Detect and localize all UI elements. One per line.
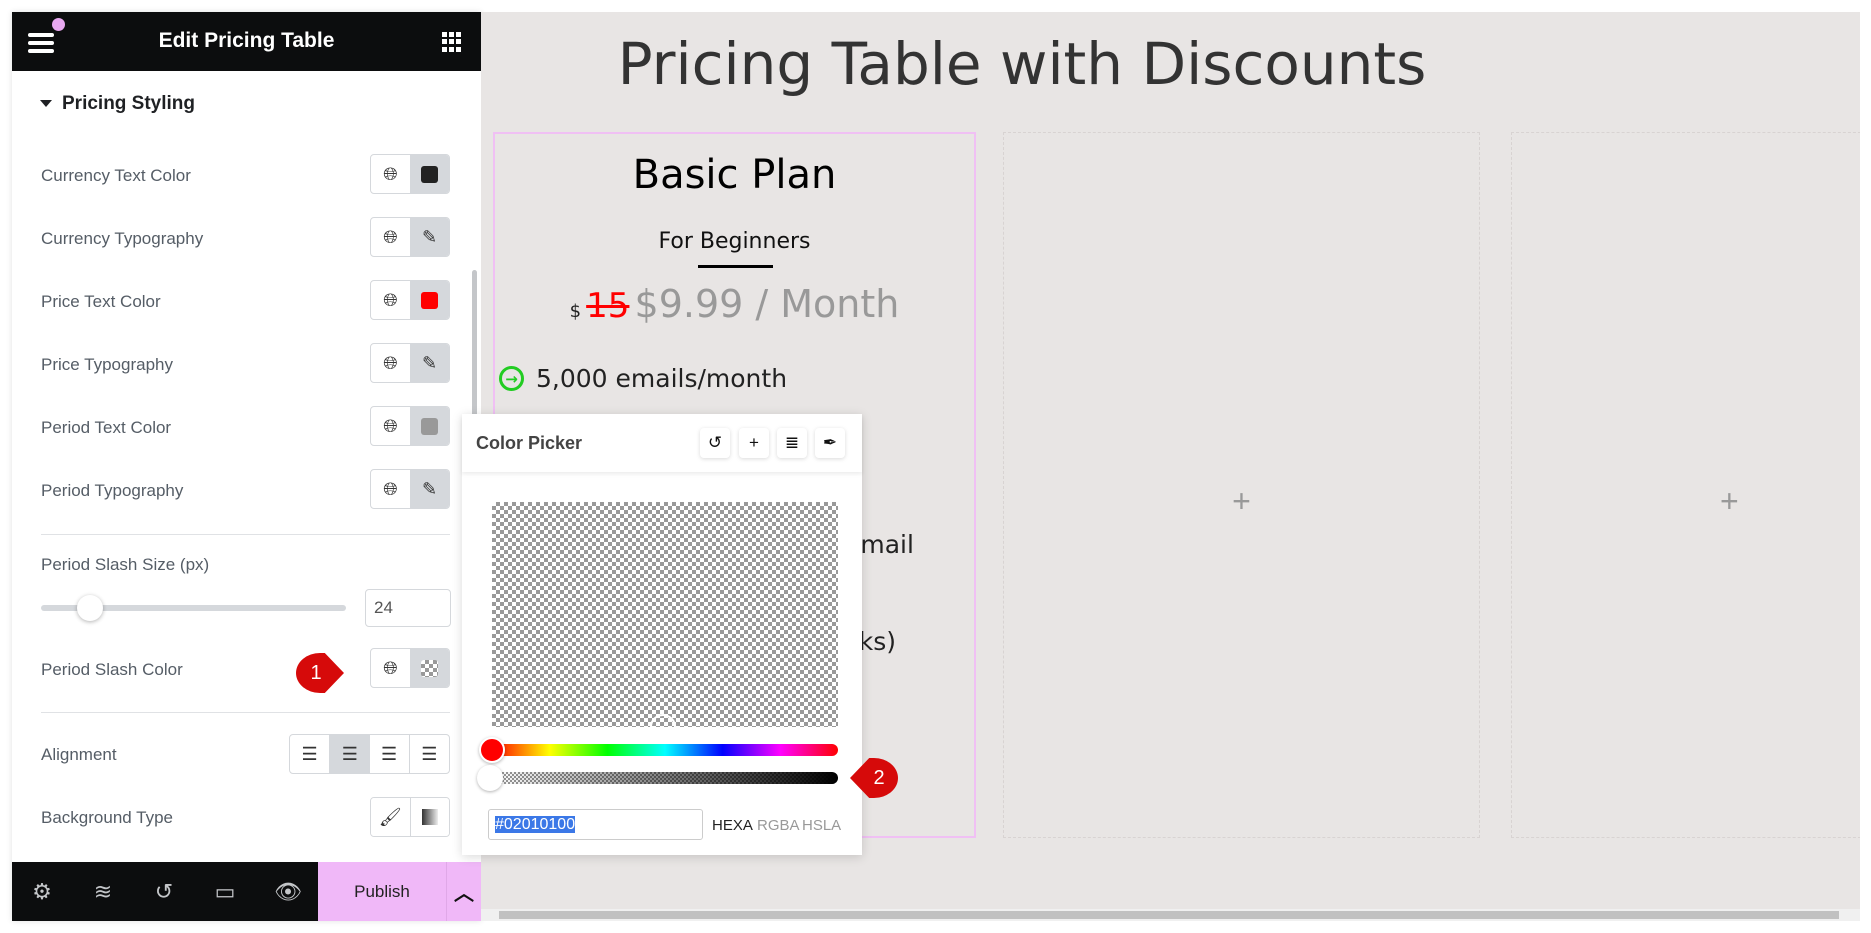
globe-icon[interactable]: 🌐︎ <box>371 155 410 193</box>
background-type-control[interactable]: 🖌︎ <box>370 797 450 837</box>
alpha-thumb[interactable] <box>477 765 503 791</box>
scrollbar-thumb[interactable] <box>499 911 1839 919</box>
horizontal-scrollbar[interactable] <box>481 909 1860 921</box>
alpha-slider[interactable] <box>492 772 838 784</box>
brush-icon[interactable]: 🖌︎ <box>371 798 411 836</box>
gradient-icon[interactable] <box>410 798 449 836</box>
color-swatch[interactable] <box>410 407 449 445</box>
add-icon[interactable]: + <box>739 428 769 458</box>
globe-icon[interactable]: 🌐︎ <box>371 649 410 687</box>
price-row: $ 15 $9.99 / Month <box>495 282 974 326</box>
picker-header: Color Picker ↺ + ≣ ✒ <box>462 414 862 472</box>
feature-item: → 5,000 emails/month <box>499 364 787 393</box>
align-justify-icon[interactable]: ☰ <box>410 735 449 773</box>
editor-panel: Edit Pricing Table Pricing Styling Curre… <box>12 12 481 921</box>
empty-column[interactable]: + <box>1511 132 1860 838</box>
globe-icon[interactable]: 🌐︎ <box>371 407 410 445</box>
publish-button[interactable]: Publish <box>318 862 446 921</box>
panel-scrollbar[interactable] <box>472 270 477 430</box>
plan-subtitle: For Beginners <box>658 229 811 254</box>
global-colors-icon[interactable]: ≣ <box>777 428 807 458</box>
add-element-icon[interactable]: + <box>1720 483 1739 520</box>
currency-color-control[interactable]: 🌐︎ <box>370 154 450 194</box>
slider-thumb[interactable] <box>77 595 103 621</box>
plan-name: Basic Plan <box>632 152 837 198</box>
price: $9.99 / Month <box>634 282 900 326</box>
panel-footer: ⚙ ≋ ↺ ▭ 👁︎ Publish ︿ <box>12 862 481 921</box>
section-pricing-styling[interactable]: Pricing Styling <box>40 93 195 115</box>
period-color-control[interactable]: 🌐︎ <box>370 406 450 446</box>
globe-icon[interactable]: 🌐︎ <box>371 218 410 256</box>
format-hsla[interactable]: HSLA <box>802 817 841 834</box>
preview-eye-icon[interactable]: 👁︎ <box>274 879 302 905</box>
settings-icon[interactable]: ⚙ <box>29 879 55 905</box>
color-swatch[interactable] <box>410 281 449 319</box>
history-icon[interactable]: ↺ <box>151 879 177 905</box>
page-title: Pricing Table with Discounts <box>617 30 1427 98</box>
currency-typography-control[interactable]: 🌐︎ ✎ <box>370 217 450 257</box>
format-rgba[interactable]: RGBA <box>757 817 800 834</box>
responsive-icon[interactable]: ▭ <box>212 879 238 905</box>
pencil-icon[interactable]: ✎ <box>410 344 449 382</box>
subtitle-underline <box>698 265 773 268</box>
row-label: Currency Typography <box>41 229 204 248</box>
slash-size-input[interactable]: 24 <box>365 589 451 627</box>
row-label: Price Text Color <box>41 292 161 311</box>
old-price: 15 <box>586 286 630 326</box>
arrow-right-circle-icon: → <box>499 366 524 391</box>
hue-slider[interactable] <box>492 744 838 756</box>
align-center-icon[interactable]: ☰ <box>330 735 370 773</box>
row-label: Price Typography <box>41 355 173 374</box>
price-color-control[interactable]: 🌐︎ <box>370 280 450 320</box>
layers-icon[interactable]: ≋ <box>90 879 116 905</box>
slash-size-label: Period Slash Size (px) <box>41 555 210 574</box>
transparent-swatch[interactable] <box>410 649 449 687</box>
color-picker-popup: Color Picker ↺ + ≣ ✒ #02010100 HEXA RGBA… <box>462 414 862 855</box>
row-label: Period Text Color <box>41 418 172 437</box>
globe-icon[interactable]: 🌐︎ <box>371 470 410 508</box>
row-label: Currency Text Color <box>41 166 191 185</box>
pencil-icon[interactable]: ✎ <box>410 218 449 256</box>
saturation-handle[interactable] <box>650 714 676 740</box>
background-type-label: Background Type <box>41 808 173 827</box>
divider <box>41 712 450 713</box>
color-value-text: #02010100 <box>495 816 576 833</box>
slash-color-label: Period Slash Color <box>41 660 183 679</box>
picker-title: Color Picker <box>476 433 583 453</box>
empty-column[interactable]: + <box>1003 132 1480 838</box>
saturation-area[interactable] <box>492 502 838 727</box>
format-hexa[interactable]: HEXA <box>712 817 753 834</box>
reset-icon[interactable]: ↺ <box>700 428 730 458</box>
globe-icon[interactable]: 🌐︎ <box>371 281 410 319</box>
align-right-icon[interactable]: ☰ <box>370 735 410 773</box>
slash-color-control[interactable]: 🌐︎ <box>370 648 450 688</box>
color-value-input[interactable]: #02010100 <box>488 809 703 840</box>
price-typography-control[interactable]: 🌐︎ ✎ <box>370 343 450 383</box>
period-typography-control[interactable]: 🌐︎ ✎ <box>370 469 450 509</box>
currency: $ <box>569 301 582 322</box>
chevron-up-icon[interactable]: ︿ <box>446 862 481 921</box>
panel-title: Edit Pricing Table <box>158 29 335 52</box>
widgets-grid-icon[interactable] <box>442 32 462 52</box>
alignment-control: ☰ ☰ ☰ ☰ <box>289 734 450 774</box>
eyedropper-icon[interactable]: ✒ <box>815 428 845 458</box>
pencil-icon[interactable]: ✎ <box>410 470 449 508</box>
feature-text: 5,000 emails/month <box>536 364 788 393</box>
row-label: Period Typography <box>41 481 184 500</box>
color-swatch[interactable] <box>410 155 449 193</box>
divider <box>41 534 450 535</box>
add-element-icon[interactable]: + <box>1004 483 1479 520</box>
align-left-icon[interactable]: ☰ <box>290 735 331 773</box>
panel-header: Edit Pricing Table <box>12 12 481 71</box>
alignment-label: Alignment <box>41 745 117 764</box>
hue-thumb[interactable] <box>479 737 505 763</box>
globe-icon[interactable]: 🌐︎ <box>371 344 410 382</box>
